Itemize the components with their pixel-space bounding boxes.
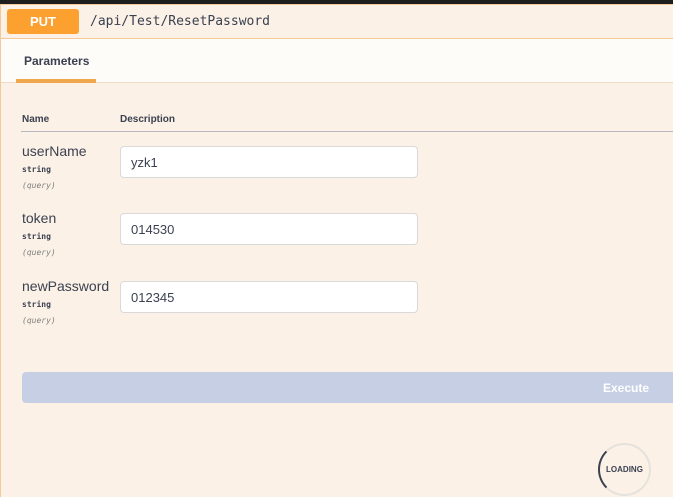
method-badge: PUT xyxy=(7,9,79,34)
param-type-newpassword: string xyxy=(22,300,51,309)
column-header-name: Name xyxy=(22,114,50,125)
loading-spinner: LOADING xyxy=(598,443,651,496)
param-name-newpassword: newPassword xyxy=(22,278,110,294)
execute-button[interactable]: Execute xyxy=(22,372,673,403)
header-divider xyxy=(21,131,673,132)
param-name-username: userName xyxy=(22,143,87,159)
operation-path: /api/Test/ResetPassword xyxy=(90,14,271,29)
param-type-token: string xyxy=(22,232,51,241)
param-name-token: token xyxy=(22,210,57,226)
tab-parameters[interactable]: Parameters xyxy=(16,39,96,83)
param-location-username: (query) xyxy=(22,181,56,190)
tab-parameters-label: Parameters xyxy=(24,54,90,68)
new-password-input[interactable] xyxy=(120,281,418,313)
param-location-newpassword: (query) xyxy=(22,316,56,325)
loading-label: LOADING xyxy=(606,465,643,474)
column-header-description: Description xyxy=(120,114,176,125)
param-type-username: string xyxy=(22,165,51,174)
token-input[interactable] xyxy=(120,213,418,245)
param-location-token: (query) xyxy=(22,248,56,257)
operation-header[interactable]: PUT /api/Test/ResetPassword xyxy=(1,5,673,39)
tab-bar: Parameters xyxy=(1,39,673,83)
operation-panel: PUT /api/Test/ResetPassword Parameters N… xyxy=(0,4,673,497)
username-input[interactable] xyxy=(120,146,418,178)
